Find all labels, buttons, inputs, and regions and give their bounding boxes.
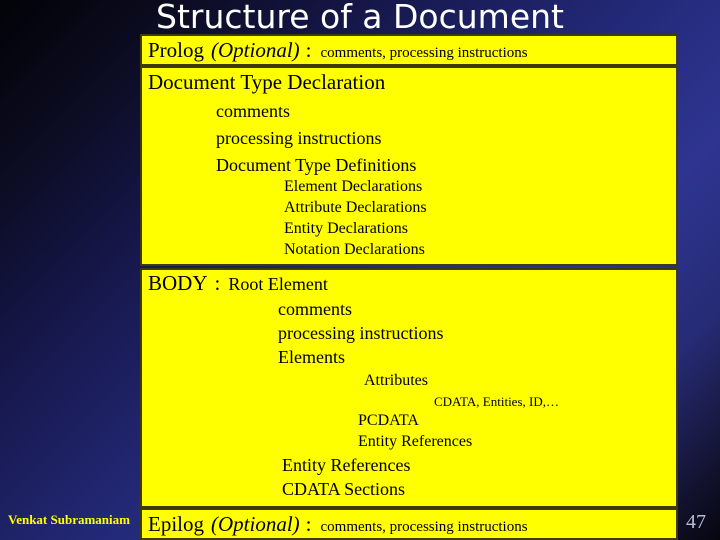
- document-type-declaration-box: Document Type Declaration comments proce…: [140, 66, 678, 266]
- prolog-colon: :: [305, 38, 312, 62]
- body-attributes-item: Attributes: [364, 372, 428, 389]
- body-root-element: Root Element: [228, 274, 328, 294]
- body-colon: :: [214, 271, 221, 295]
- prolog-detail: comments, processing instructions: [320, 45, 528, 61]
- dtd-level2-item: Notation Declarations: [284, 241, 425, 258]
- page-title: Structure of a Document: [156, 0, 564, 36]
- body-element-child-item: PCDATA: [358, 412, 419, 429]
- prolog-box: Prolog (Optional): comments, processing in…: [140, 34, 678, 66]
- dtd-level2-item: Entity Declarations: [284, 220, 408, 237]
- epilog-optional-label: (Optional): [211, 512, 300, 536]
- prolog-row: Prolog (Optional): comments, processing in…: [142, 36, 676, 61]
- epilog-detail: comments, processing instructions: [320, 519, 528, 535]
- body-level1-item: Elements: [278, 347, 345, 367]
- epilog-label: Epilog: [148, 512, 204, 536]
- body-box: BODY: Root Element comments processing in…: [140, 268, 678, 508]
- slide-canvas: Structure of a Document Prolog (Optional)…: [0, 0, 720, 540]
- prolog-label: Prolog: [148, 38, 205, 62]
- epilog-colon: :: [305, 512, 312, 536]
- body-level1-tail-item: CDATA Sections: [282, 479, 406, 499]
- dtd-level2-item: Element Declarations: [284, 178, 423, 195]
- page-number: 47: [686, 511, 706, 533]
- epilog-box: Epilog (Optional): comments, processing in…: [140, 508, 678, 540]
- body-element-child-item: Entity References: [358, 433, 473, 450]
- body-label: BODY: [148, 271, 208, 295]
- body-heading: BODY: Root Element: [142, 270, 676, 294]
- body-level1-item: comments: [278, 299, 352, 319]
- dtd-level1-item: comments: [216, 101, 290, 121]
- dtd-level2-item: Attribute Declarations: [284, 199, 427, 216]
- epilog-row: Epilog (Optional): comments, processing in…: [142, 510, 676, 535]
- prolog-optional-label: (Optional): [211, 38, 300, 62]
- body-attribute-types: CDATA, Entities, ID,…: [434, 394, 559, 409]
- dtd-level1-item: Document Type Definitions: [216, 155, 417, 175]
- dtd-level1-item: processing instructions: [216, 128, 382, 148]
- dtd-heading: Document Type Declaration: [148, 70, 386, 94]
- footer-author: Venkat Subramaniam: [8, 512, 130, 527]
- body-level1-tail-item: Entity References: [282, 455, 411, 475]
- body-level1-item: processing instructions: [278, 323, 444, 343]
